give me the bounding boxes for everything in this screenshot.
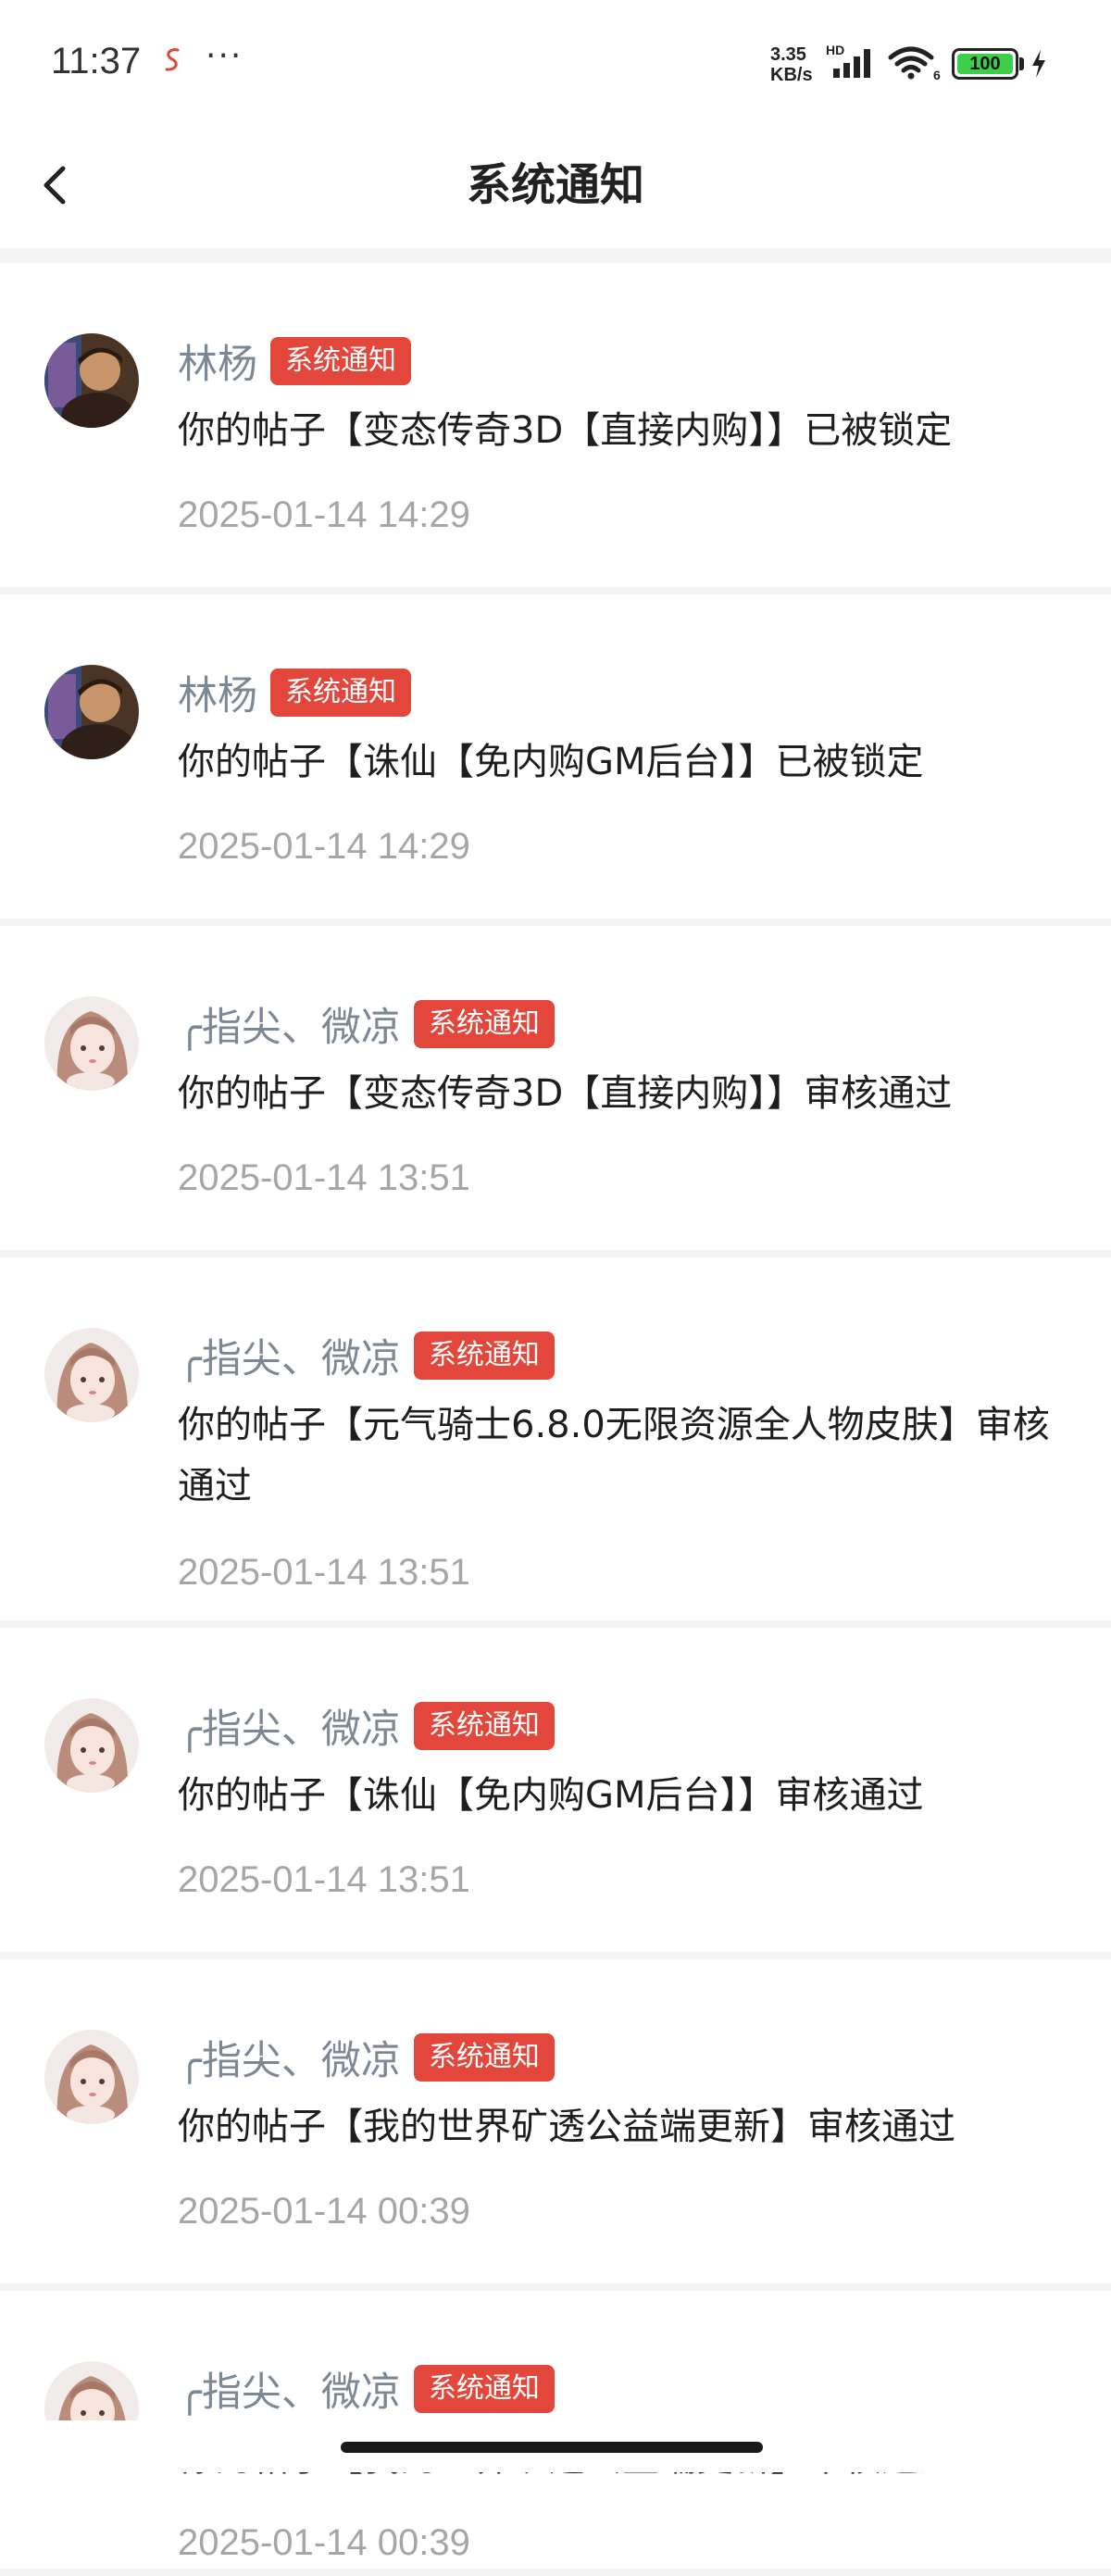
sender-row: ╭指尖、微凉 系统通知	[178, 996, 555, 1052]
more-icon: ···	[206, 37, 243, 75]
timestamp: 2025-01-14 13:51	[178, 1552, 470, 1593]
avatar[interactable]	[44, 665, 139, 759]
wifi-icon: 6	[888, 46, 941, 81]
avatar[interactable]	[44, 333, 139, 428]
system-notice-badge: 系统通知	[270, 337, 411, 385]
timestamp: 2025-01-14 14:29	[178, 494, 470, 535]
system-notice-badge: 系统通知	[413, 1000, 555, 1048]
system-notice-badge: 系统通知	[413, 2033, 555, 2082]
sender-row: ╭指尖、微凉 系统通知	[178, 1328, 555, 1383]
girl-avatar-image	[44, 2030, 139, 2124]
man-avatar-image	[44, 333, 139, 428]
girl-avatar-image	[44, 1698, 139, 1793]
notification-item[interactable]: ╭指尖、微凉 系统通知 你的帖子【变态传奇3D【直接内购】】审核通过 2025-…	[0, 926, 1111, 1250]
avatar[interactable]	[44, 1328, 139, 1422]
page-title: 系统通知	[466, 159, 644, 211]
man-avatar-image	[44, 665, 139, 759]
sender-row: ╭指尖、微凉 系统通知	[178, 1698, 555, 1754]
sender-name[interactable]: ╭指尖、微凉	[178, 2360, 401, 2418]
system-notice-badge: 系统通知	[413, 1332, 555, 1380]
timestamp: 2025-01-14 00:39	[178, 2191, 470, 2232]
battery-level: 100	[969, 54, 1001, 74]
system-notice-badge: 系统通知	[413, 2365, 555, 2413]
message-text: 你的帖子【诛仙【免内购GM后台】】审核通过	[178, 1774, 924, 1817]
network-speed: 3.35 KB/s	[770, 44, 813, 85]
signal-icon	[833, 49, 870, 78]
sender-name[interactable]: ╭指尖、微凉	[178, 1327, 401, 1384]
sender-row: ╭指尖、微凉 系统通知	[178, 2030, 555, 2085]
charging-icon	[1032, 50, 1045, 78]
message-text: 你的帖子【我的世界矿透公益端更新】审核通过	[178, 2106, 955, 2148]
system-notice-badge: 系统通知	[413, 1702, 555, 1750]
notification-item[interactable]: 林杨 系统通知 你的帖子【变态传奇3D【直接内购】】已被锁定 2025-01-1…	[0, 263, 1111, 587]
notification-item[interactable]: ╭指尖、微凉 系统通知 你的帖子【元气骑士6.8.0无限资源全人物皮肤】审核通过…	[0, 1257, 1111, 1620]
timestamp: 2025-01-14 13:51	[178, 1859, 470, 1900]
notification-item[interactable]: ╭指尖、微凉 系统通知 你的帖子【诛仙【免内购GM后台】】审核通过 2025-0…	[0, 1628, 1111, 1952]
notification-item[interactable]: ╭指尖、微凉 系统通知 你的帖子【我的世界矿透公益端更新】审核通过 2025-0…	[0, 1959, 1111, 2283]
notification-list: 林杨 系统通知 你的帖子【变态传奇3D【直接内购】】已被锁定 2025-01-1…	[0, 263, 1111, 2576]
message-text: 你的帖子【诛仙【免内购GM后台】】已被锁定	[178, 741, 924, 783]
sender-name[interactable]: ╭指尖、微凉	[178, 995, 401, 1053]
status-time: 11:37	[51, 41, 142, 81]
sender-name[interactable]: ╭指尖、微凉	[178, 2029, 401, 2086]
sender-row: 林杨 系统通知	[178, 665, 411, 720]
home-indicator[interactable]	[341, 2442, 763, 2453]
network-speed-value: 3.35	[770, 44, 806, 65]
avatar[interactable]	[44, 1698, 139, 1793]
avatar[interactable]	[44, 2030, 139, 2124]
sender-row: ╭指尖、微凉 系统通知	[178, 2361, 555, 2417]
sender-name[interactable]: 林杨	[178, 664, 257, 721]
notification-item[interactable]: 林杨 系统通知 你的帖子【诛仙【免内购GM后台】】已被锁定 2025-01-14…	[0, 594, 1111, 919]
message-text: 你的帖子【变态传奇3D【直接内购】】审核通过	[178, 1072, 953, 1115]
girl-avatar-image	[44, 1328, 139, 1422]
sender-row: 林杨 系统通知	[178, 333, 411, 389]
timestamp: 2025-01-14 13:51	[178, 1157, 470, 1198]
girl-avatar-image	[44, 996, 139, 1091]
avatar[interactable]	[44, 996, 139, 1091]
system-notice-badge: 系统通知	[270, 669, 411, 717]
app-notification-icon	[165, 48, 180, 71]
wifi-label: 6	[933, 68, 941, 81]
message-text: 你的帖子【元气骑士6.8.0无限资源全人物皮肤】审核通过	[178, 1404, 1050, 1507]
timestamp: 2025-01-14 00:39	[178, 2522, 470, 2563]
network-speed-unit: KB/s	[770, 65, 813, 85]
battery-nub	[1019, 57, 1024, 70]
message-text: 你的帖子【变态传奇3D【直接内购】】已被锁定	[178, 409, 953, 452]
battery-icon: 100	[952, 48, 1018, 80]
timestamp: 2025-01-14 14:29	[178, 826, 470, 867]
header-bar: 系统通知	[0, 130, 1111, 248]
status-bar: 11:37 ··· 3.35 KB/s HD 6 100	[0, 0, 1111, 130]
sender-name[interactable]: ╭指尖、微凉	[178, 1697, 401, 1755]
sender-name[interactable]: 林杨	[178, 332, 257, 390]
